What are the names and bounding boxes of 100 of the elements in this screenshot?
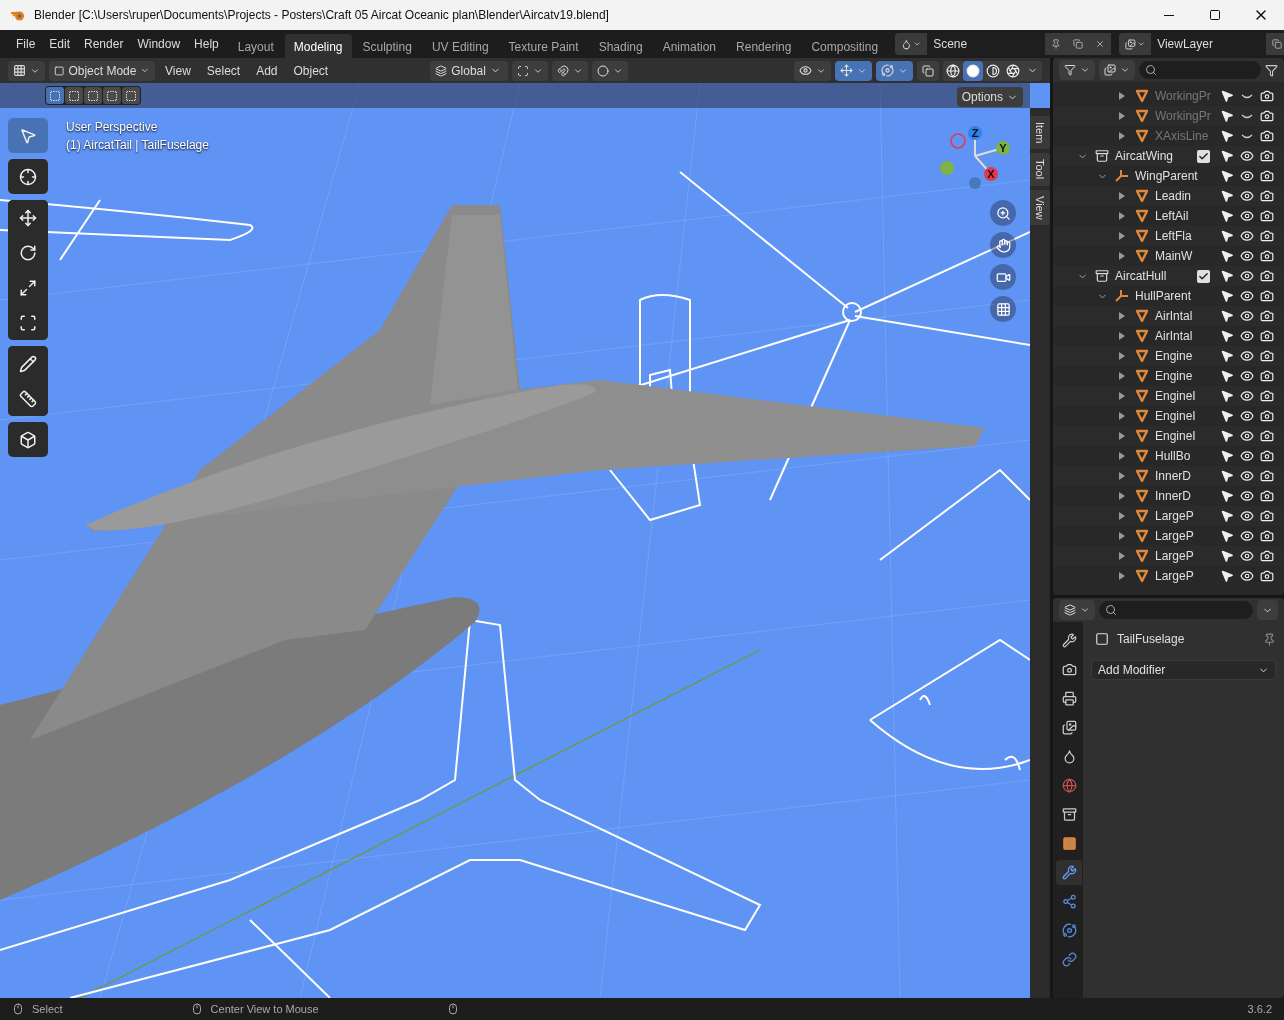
outliner-item-name[interactable]: LargeP: [1155, 509, 1220, 523]
navigation-gizmo-drawing[interactable]: Z Y X: [940, 126, 1010, 189]
outliner-item-name[interactable]: HullParent: [1135, 289, 1220, 303]
remove-scene-button[interactable]: [1089, 33, 1112, 55]
pointer-icon[interactable]: [1220, 129, 1234, 143]
header-menu-item[interactable]: Select: [200, 60, 247, 81]
camera-icon[interactable]: [1260, 209, 1274, 223]
camera-icon[interactable]: [1260, 569, 1274, 583]
ortho-toggle-button[interactable]: [990, 296, 1016, 322]
outliner-item-name[interactable]: AirIntal: [1155, 309, 1220, 323]
eye-icon[interactable]: [1240, 369, 1254, 383]
workspace-tab[interactable]: Texture Paint: [499, 34, 588, 59]
orientation-dropdown[interactable]: Global: [430, 60, 509, 81]
tool-button[interactable]: [8, 422, 48, 457]
outliner-item-name[interactable]: InnerD: [1155, 469, 1220, 483]
pointer-icon[interactable]: [1220, 489, 1234, 503]
options-dropdown[interactable]: Options: [956, 87, 1023, 107]
outliner-item-name[interactable]: InnerD: [1155, 489, 1220, 503]
pointer-icon[interactable]: [1220, 249, 1234, 263]
workspace-tab[interactable]: Compositing: [802, 34, 888, 59]
workspace-tab[interactable]: Animation: [653, 34, 726, 59]
overlays-toggle-button[interactable]: [876, 60, 913, 81]
camera-icon[interactable]: [1260, 509, 1274, 523]
camera-icon[interactable]: [1260, 409, 1274, 423]
camera-icon[interactable]: [1260, 269, 1274, 283]
menu-item[interactable]: Help: [188, 34, 225, 54]
workspace-tab[interactable]: Sculpting: [353, 34, 421, 59]
eye-icon[interactable]: [1240, 449, 1254, 463]
search-field[interactable]: [1139, 61, 1261, 79]
zoom-button[interactable]: [990, 200, 1016, 226]
eye-icon[interactable]: [1240, 569, 1254, 583]
exclude-checkbox[interactable]: [1197, 149, 1210, 163]
outliner-item-name[interactable]: LargeP: [1155, 529, 1220, 543]
menu-item[interactable]: File: [10, 34, 42, 54]
outliner-item-name[interactable]: AircatHull: [1115, 269, 1197, 283]
eye-icon[interactable]: [1240, 429, 1254, 443]
pointer-icon[interactable]: [1220, 89, 1234, 103]
pointer-icon[interactable]: [1220, 289, 1234, 303]
tool-button[interactable]: [8, 381, 48, 416]
outliner-item-name[interactable]: EngineI: [1155, 409, 1220, 423]
outliner-item-name[interactable]: LeftFla: [1155, 229, 1220, 243]
eye-icon[interactable]: [1240, 249, 1254, 263]
eye-icon[interactable]: [1240, 549, 1254, 563]
pointer-icon[interactable]: [1220, 229, 1234, 243]
camera-icon[interactable]: [1260, 549, 1274, 563]
proportional-edit-button[interactable]: [592, 60, 629, 81]
camera-icon[interactable]: [1260, 189, 1274, 203]
eye-icon[interactable]: [1240, 349, 1254, 363]
eye-icon[interactable]: [1240, 209, 1254, 223]
pointer-icon[interactable]: [1220, 509, 1234, 523]
camera-icon[interactable]: [1260, 369, 1274, 383]
sidebar-tab[interactable]: Tool: [1030, 153, 1050, 186]
view-layer-field[interactable]: ViewLayer: [1151, 33, 1267, 55]
camera-icon[interactable]: [1260, 489, 1274, 503]
camera-view-button[interactable]: [990, 264, 1016, 290]
mode-dropdown[interactable]: Object Mode: [49, 60, 155, 81]
workspace-tab[interactable]: Shading: [589, 34, 652, 59]
tool-button[interactable]: [8, 200, 48, 235]
pointer-icon[interactable]: [1220, 429, 1234, 443]
pointer-icon[interactable]: [1220, 549, 1234, 563]
editor-type-button[interactable]: [8, 60, 45, 81]
eye-icon[interactable]: [1240, 509, 1254, 523]
exclude-checkbox[interactable]: [1197, 269, 1210, 283]
editor-type-button[interactable]: [1059, 600, 1095, 620]
outliner-item-name[interactable]: EngineI: [1155, 429, 1220, 443]
view-layer-type-button[interactable]: [1119, 33, 1152, 55]
eye-icon[interactable]: [1240, 269, 1254, 283]
camera-icon[interactable]: [1260, 529, 1274, 543]
pointer-icon[interactable]: [1220, 309, 1234, 323]
camera-icon[interactable]: [1260, 389, 1274, 403]
camera-icon[interactable]: [1260, 429, 1274, 443]
selection-mode-button[interactable]: [65, 87, 83, 104]
pointer-icon[interactable]: [1220, 449, 1234, 463]
workspace-tab[interactable]: Layout: [228, 34, 283, 59]
xray-button[interactable]: [917, 60, 939, 81]
snap-button[interactable]: [552, 60, 589, 81]
eye-icon[interactable]: [1240, 529, 1254, 543]
outliner-item-name[interactable]: Engine: [1155, 349, 1220, 363]
outliner-item-name[interactable]: AirIntal: [1155, 329, 1220, 343]
sidebar-tab[interactable]: Item: [1030, 116, 1050, 150]
pointer-icon[interactable]: [1220, 389, 1234, 403]
outliner-item-name[interactable]: MainW: [1155, 249, 1220, 263]
pin-button[interactable]: [1045, 33, 1068, 55]
eye-icon[interactable]: [1240, 229, 1254, 243]
options-button[interactable]: [1257, 600, 1278, 620]
visibility-button[interactable]: [794, 60, 831, 81]
new-view-layer-button[interactable]: [1266, 33, 1284, 55]
camera-icon[interactable]: [1260, 469, 1274, 483]
outliner-item-name[interactable]: Leadin: [1155, 189, 1220, 203]
pointer-icon[interactable]: [1220, 409, 1234, 423]
pointer-icon[interactable]: [1220, 209, 1234, 223]
camera-icon[interactable]: [1260, 249, 1274, 263]
pointer-icon[interactable]: [1220, 469, 1234, 483]
outliner-item-name[interactable]: AircatWing: [1115, 149, 1197, 163]
outliner-item-name[interactable]: Engine: [1155, 369, 1220, 383]
outliner-item-name[interactable]: WingParent: [1135, 169, 1220, 183]
camera-icon[interactable]: [1260, 349, 1274, 363]
editor-type-button[interactable]: [1059, 60, 1095, 80]
camera-icon[interactable]: [1260, 309, 1274, 323]
selection-mode-button[interactable]: [122, 87, 140, 104]
